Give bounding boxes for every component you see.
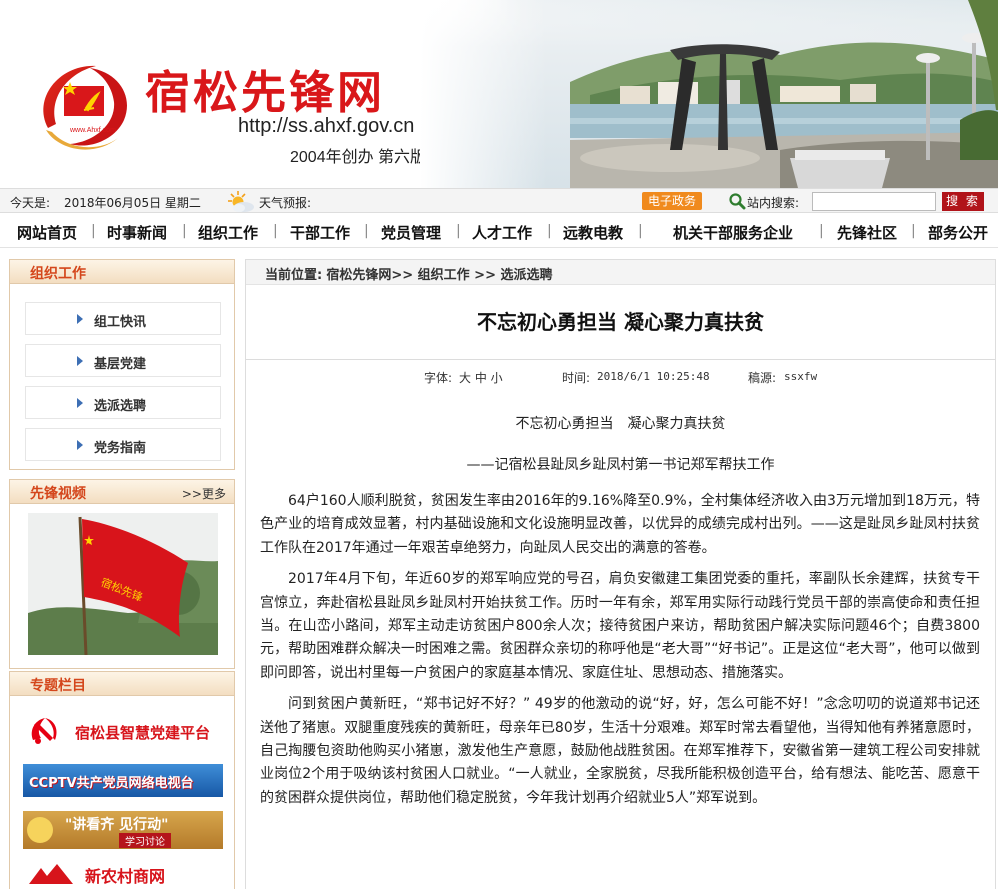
- breadcrumb-prefix: 当前位置:: [265, 268, 323, 283]
- search-icon: [729, 193, 746, 210]
- site-header: www.Ahxf.com 宿松先锋网 http://ss.ahxf.gov.cn…: [0, 0, 998, 188]
- nav-news[interactable]: 时事新闻: [107, 222, 167, 243]
- site-url: http://ss.ahxf.gov.cn: [238, 115, 415, 137]
- breadcrumb-path[interactable]: 宿松先锋网>> 组织工作 >> 选派选聘: [326, 268, 552, 283]
- breadcrumb: 当前位置: 宿松先锋网>> 组织工作 >> 选派选聘: [246, 260, 995, 285]
- nav-separator: |: [456, 223, 461, 239]
- svg-text:www.Ahxf.com: www.Ahxf.com: [69, 127, 116, 134]
- date-label: 今天是:: [10, 196, 51, 210]
- weather-label: 天气预报:: [259, 196, 312, 210]
- sidebar-item-work-news[interactable]: 组工快讯: [25, 302, 221, 335]
- video-thumbnail[interactable]: 宿松先锋: [28, 513, 218, 655]
- article-paragraph: 2017年4月下旬，年近60岁的郑军响应党的号召，肩负安徽建工集团党委的重托，率…: [260, 571, 980, 681]
- nav-separator: |: [364, 223, 369, 239]
- banner-study-sub: 学习讨论: [119, 833, 171, 848]
- source-label: 稿源:: [748, 371, 777, 385]
- article-panel: 当前位置: 宿松先锋网>> 组织工作 >> 选派选聘 不忘初心勇担当 凝心聚力真…: [245, 259, 996, 889]
- nav-home[interactable]: 网站首页: [17, 222, 77, 243]
- sidebar-item-label: 组工快讯: [94, 315, 147, 330]
- sidebar-special-header: 专题栏目: [10, 672, 234, 696]
- info-bar: 今天是: 2018年06月05日 星期二 天气预报: 电子政务 站内搜索: 搜 …: [0, 188, 998, 213]
- banner-study[interactable]: "讲看齐 见行动" 学习讨论: [23, 811, 223, 849]
- banner-smart-party-label: 宿松县智慧党建平台: [75, 724, 211, 742]
- banner-ccptv-label: CCPTV共产党员网络电视台: [29, 776, 194, 791]
- sidebar-org-header: 组织工作: [10, 260, 234, 284]
- site-version: 2004年创办 第六版: [290, 149, 427, 166]
- sidebar-org-work: 组织工作 组工快讯 基层党建 选派选聘 党务指南: [9, 259, 235, 470]
- sidebar-item-guide[interactable]: 党务指南: [25, 428, 221, 461]
- nav-separator: |: [273, 223, 278, 239]
- sidebar-video-title: 先锋视频: [30, 486, 86, 502]
- article-body: 64户160人顺利脱贫，贫困发生率由2016年的9.16%降至0.9%，全村集体…: [260, 490, 980, 818]
- main-nav: 网站首页 | 时事新闻 | 组织工作 | 干部工作 | 党员管理 | 人才工作 …: [0, 214, 998, 248]
- nav-remote-education[interactable]: 远教电教: [563, 222, 623, 243]
- banner-study-label: "讲看齐 见行动": [65, 817, 169, 833]
- weather-sun-icon: [228, 191, 254, 212]
- source-value: ssxfw: [784, 370, 818, 383]
- nav-separator: |: [638, 223, 643, 239]
- article-title: 不忘初心勇担当 凝心聚力真扶贫: [477, 310, 764, 334]
- party-emblem-icon: [31, 718, 57, 744]
- sidebar-video: 先锋视频 >>更多 宿松先锋: [9, 479, 235, 669]
- search-label: 站内搜索:: [747, 196, 800, 210]
- sidebar-item-grassroots[interactable]: 基层党建: [25, 344, 221, 377]
- nav-separator: |: [911, 223, 916, 239]
- rural-commerce-logo-icon: [29, 864, 73, 884]
- nav-cadre-service[interactable]: 机关干部服务企业: [673, 222, 793, 243]
- arrow-right-icon: [77, 440, 83, 450]
- nav-affairs-public[interactable]: 部务公开: [928, 222, 988, 243]
- sidebar-org-title: 组织工作: [30, 266, 86, 282]
- banner-rural-commerce-label: 新农村商网: [85, 867, 166, 886]
- article-subtitle-2: ——记宿松县趾凤乡趾凤村第一书记郑军帮扶工作: [466, 457, 775, 473]
- video-more-link[interactable]: >>更多: [182, 485, 226, 502]
- nav-org-work[interactable]: 组织工作: [198, 222, 258, 243]
- nav-separator: |: [819, 223, 824, 239]
- nav-separator: |: [91, 223, 96, 239]
- site-name: 宿松先锋网: [145, 66, 386, 119]
- time-label: 时间:: [562, 371, 591, 385]
- nav-member-management[interactable]: 党员管理: [381, 222, 441, 243]
- header-scenery-image: [420, 0, 998, 188]
- party-logo-icon: www.Ahxf.com: [43, 65, 127, 150]
- article-paragraph: 问到贫困户黄新旺，“郑书记好不好？” 49岁的他激动的说“好，好，怎么可能不好！…: [260, 696, 980, 806]
- date-value: 2018年06月05日 星期二: [64, 196, 201, 210]
- article-meta: 字体: 大 中 小 时间: 2018/6/1 10:25:48 稿源: ssxf…: [246, 359, 995, 391]
- nav-pioneer-community[interactable]: 先锋社区: [837, 222, 897, 243]
- nav-talent-work[interactable]: 人才工作: [472, 222, 532, 243]
- egov-button[interactable]: 电子政务: [642, 192, 702, 210]
- sidebar-video-header: 先锋视频 >>更多: [10, 480, 234, 504]
- font-size-options[interactable]: 大 中 小: [459, 369, 503, 386]
- sidebar-item-selection[interactable]: 选派选聘: [25, 386, 221, 419]
- sidebar-item-label: 选派选聘: [94, 399, 147, 414]
- arrow-right-icon: [77, 314, 83, 324]
- sidebar-special: 专题栏目 宿松县智慧党建平台 CCPTV共产党员网络电视台 "讲看齐 见行动" …: [9, 671, 235, 889]
- arrow-right-icon: [77, 398, 83, 408]
- font-size-label: 字体:: [424, 371, 453, 385]
- publish-time: 2018/6/1 10:25:48: [597, 370, 710, 383]
- sidebar-item-label: 党务指南: [94, 441, 147, 456]
- banner-rural-commerce[interactable]: 新农村商网: [23, 858, 223, 888]
- search-input[interactable]: [812, 192, 936, 211]
- arrow-right-icon: [77, 356, 83, 366]
- nav-separator: |: [547, 223, 552, 239]
- article-subtitle: 不忘初心勇担当 凝心聚力真扶贫: [515, 416, 726, 432]
- sidebar-item-label: 基层党建: [94, 357, 147, 372]
- sidebar-special-title: 专题栏目: [30, 678, 86, 694]
- banner-smart-party[interactable]: 宿松县智慧党建平台: [23, 710, 223, 752]
- search-button[interactable]: 搜 索: [942, 192, 984, 211]
- nav-cadre-work[interactable]: 干部工作: [290, 222, 350, 243]
- sun-icon: [27, 817, 53, 843]
- article-paragraph: 64户160人顺利脱贫，贫困发生率由2016年的9.16%降至0.9%，全村集体…: [260, 493, 980, 556]
- nav-separator: |: [182, 223, 187, 239]
- banner-ccptv[interactable]: CCPTV共产党员网络电视台: [23, 764, 223, 797]
